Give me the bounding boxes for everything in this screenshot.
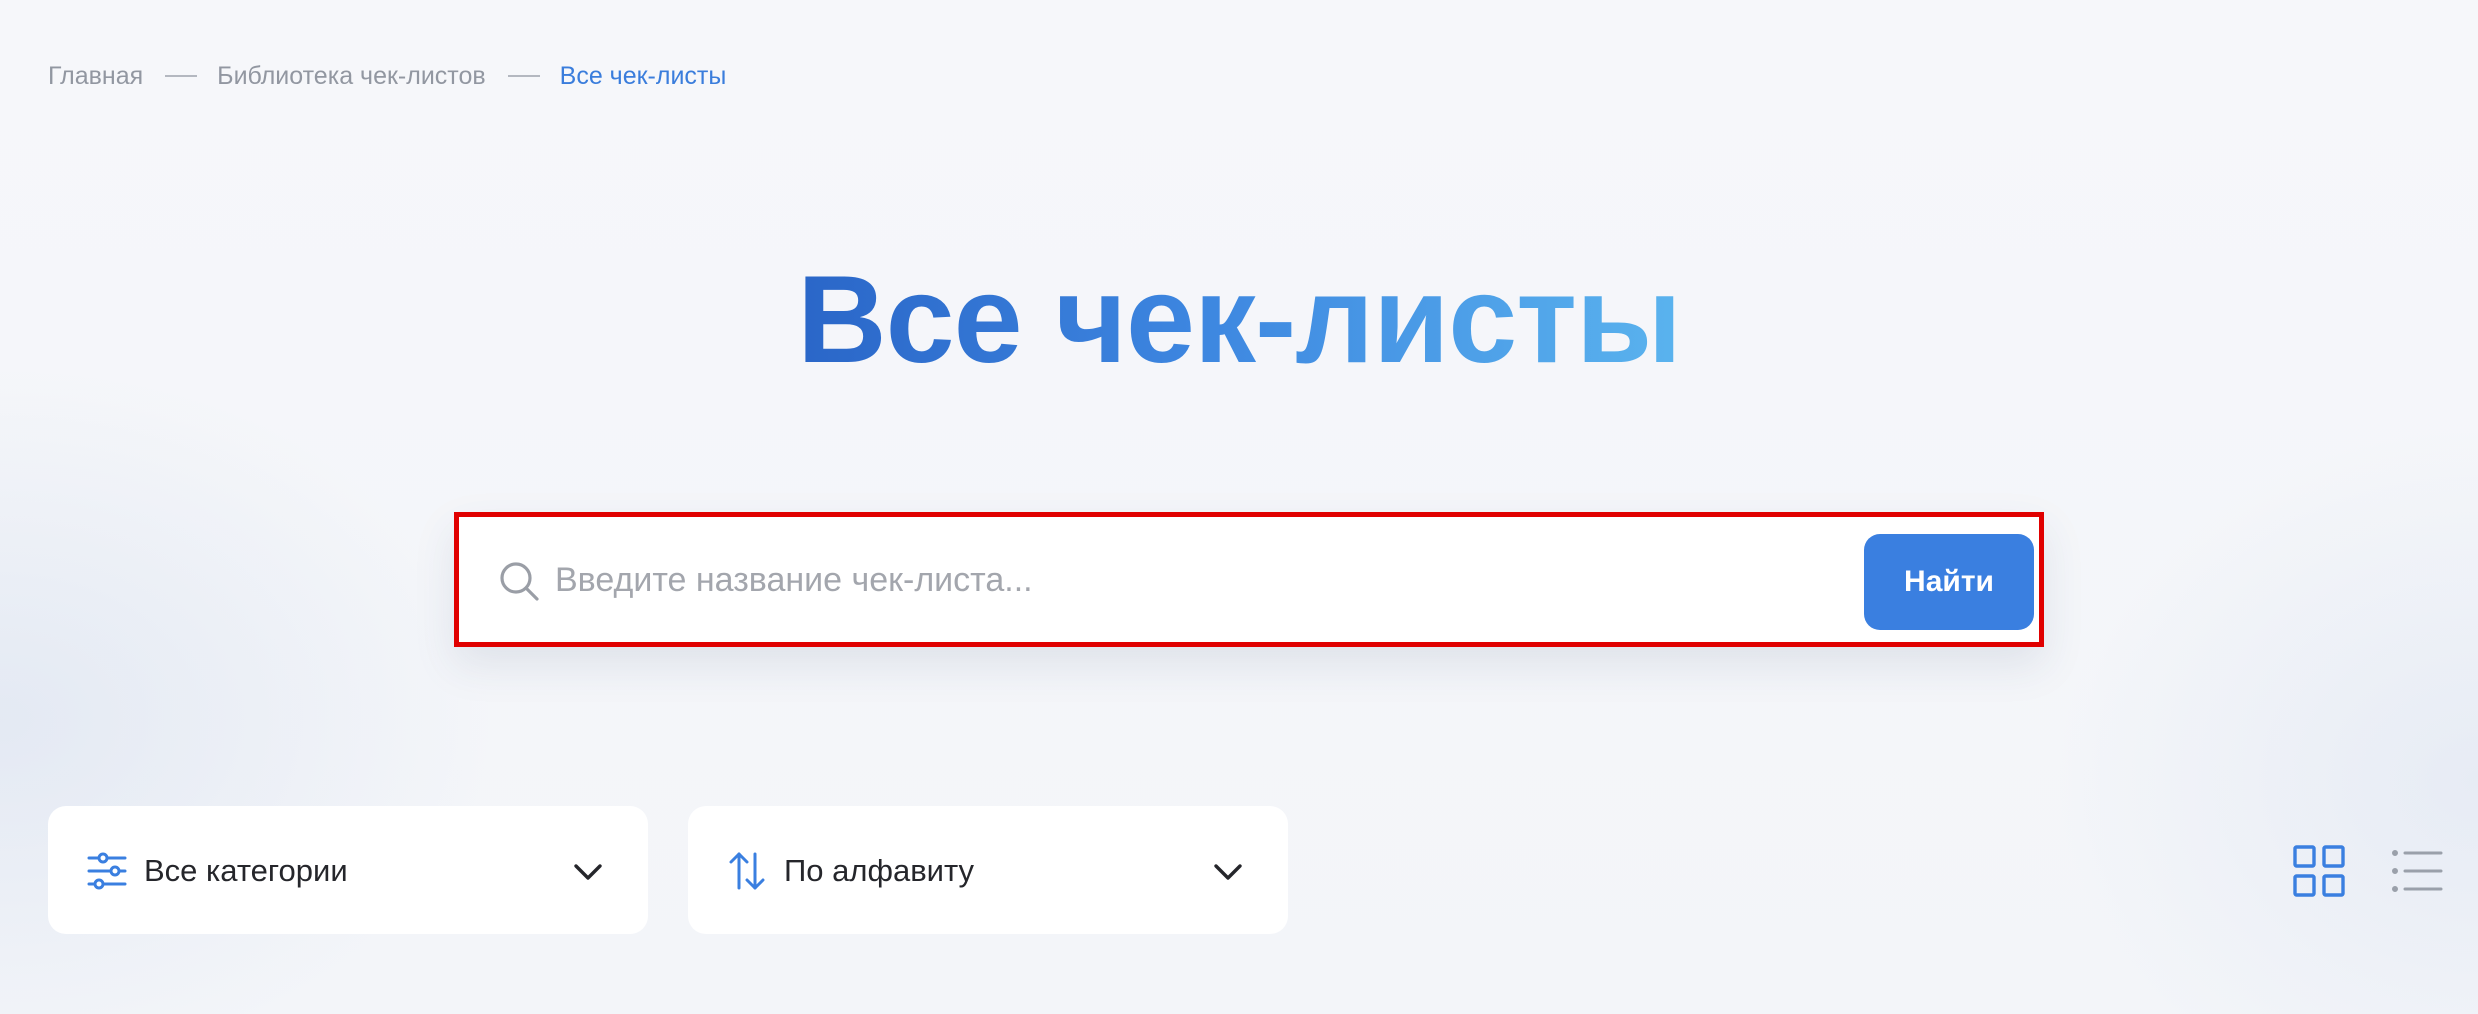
grid-view-toggle[interactable] [2292, 844, 2346, 898]
category-filter-dropdown[interactable]: Все категории [48, 806, 648, 934]
list-view-toggle[interactable] [2390, 844, 2444, 898]
list-view-icon [2392, 850, 2443, 892]
breadcrumb-separator [165, 75, 198, 77]
chevron-down-icon [572, 856, 604, 888]
page-title: Все чек-листы [0, 245, 2478, 395]
breadcrumb-library-link[interactable]: Библиотека чек-листов [217, 62, 485, 91]
sort-arrows-icon [726, 850, 768, 892]
breadcrumb: Главная Библиотека чек-листов Все чек-ли… [48, 58, 726, 94]
search-form: Найти [454, 512, 2044, 647]
page-title-text: Все чек-листы [797, 251, 1682, 389]
search-input[interactable] [555, 547, 1805, 613]
sliders-icon [86, 850, 128, 892]
grid-view-icon [2293, 845, 2345, 897]
breadcrumb-current: Все чек-листы [559, 61, 727, 90]
breadcrumb-home-link[interactable]: Главная [48, 62, 143, 91]
chevron-down-icon [1212, 856, 1244, 888]
sort-label: По алфавиту [784, 853, 975, 888]
breadcrumb-separator [507, 75, 540, 77]
search-button[interactable]: Найти [1864, 534, 2034, 630]
search-icon [497, 559, 541, 603]
category-filter-label: Все категории [144, 853, 348, 888]
sort-dropdown[interactable]: По алфавиту [688, 806, 1288, 934]
